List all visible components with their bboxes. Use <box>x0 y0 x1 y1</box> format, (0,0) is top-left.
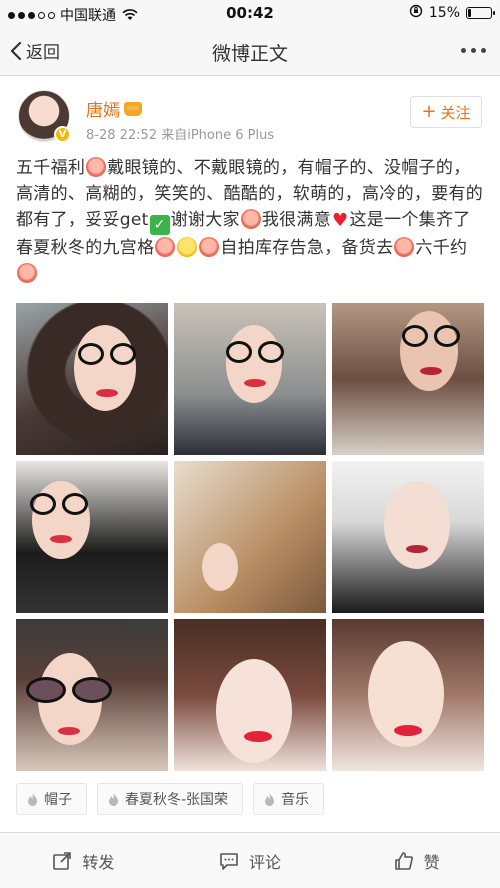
smirk-emoji-icon <box>177 237 198 257</box>
tag-label: 春夏秋冬-张国荣 <box>125 792 229 808</box>
follow-button[interactable]: + 关注 <box>410 96 482 128</box>
repost-icon <box>53 851 72 870</box>
tag-label: 帽子 <box>44 792 72 808</box>
post-text-segment: 我很满意 <box>261 210 332 230</box>
photo-6[interactable] <box>332 461 484 613</box>
rotation-lock-icon <box>409 4 423 22</box>
author-name-label: 唐嫣 <box>86 101 120 121</box>
topic-tags: 帽子 春夏秋冬-张国荣 音乐 <box>16 783 325 815</box>
pig-emoji-icon <box>394 237 415 257</box>
photo-9[interactable] <box>332 619 484 771</box>
photo-1[interactable] <box>16 303 168 455</box>
vip-icon <box>124 101 142 116</box>
photo-grid <box>16 303 484 771</box>
battery-percent: 15% <box>428 5 460 21</box>
flame-icon <box>109 792 118 806</box>
plus-icon: + <box>421 101 437 122</box>
photo-3[interactable] <box>332 303 484 455</box>
post-text-segment: 谢谢大家 <box>170 210 240 230</box>
verified-badge: V <box>54 126 71 143</box>
more-icon[interactable] <box>461 48 486 53</box>
comment-label: 评论 <box>249 852 282 872</box>
bunny-emoji-icon <box>155 237 176 257</box>
like-label: 赞 <box>423 852 440 872</box>
post-text-segment: 五千福利 <box>16 158 86 178</box>
follow-label: 关注 <box>440 103 471 122</box>
battery-icon <box>466 7 495 19</box>
tag-music[interactable]: 音乐 <box>253 783 325 815</box>
post-meta: 8-28 22:52 来自iPhone 6 Plus <box>86 128 275 143</box>
tag-label: 音乐 <box>281 792 310 808</box>
photo-5[interactable] <box>174 461 326 613</box>
like-button[interactable]: 赞 <box>333 833 500 888</box>
thumbs-up-icon <box>394 851 413 870</box>
status-right: 15% <box>409 4 495 22</box>
post-text-segment: 自拍库存告急，备货去 <box>220 238 394 258</box>
author-name[interactable]: 唐嫣 <box>86 96 142 121</box>
page-title: 微博正文 <box>211 43 288 65</box>
tag-hat[interactable]: 帽子 <box>16 783 87 815</box>
flame-icon <box>28 792 37 806</box>
author-header: V 唐嫣 8-28 22:52 来自iPhone 6 Plus + 关注 <box>0 90 500 150</box>
pig-emoji-icon <box>240 209 261 229</box>
photo-7[interactable] <box>16 619 168 771</box>
comment-icon <box>220 852 238 870</box>
repost-label: 转发 <box>82 852 115 872</box>
flame-icon <box>265 792 275 806</box>
shy-emoji-icon <box>17 263 37 283</box>
action-bar: 转发 评论 赞 <box>0 832 500 888</box>
tag-song[interactable]: 春夏秋冬-张国荣 <box>97 783 244 815</box>
status-bar: 中国联通 00:42 15% <box>0 0 500 26</box>
comment-button[interactable]: 评论 <box>167 833 334 888</box>
nav-bar: 返回 微博正文 <box>0 26 500 76</box>
kiss-emoji-icon <box>86 157 107 177</box>
post-text-segment: 六千约 <box>415 238 468 258</box>
photo-2[interactable] <box>174 303 326 455</box>
heart-emoji-icon: ♥ <box>332 210 349 231</box>
post-text: 五千福利 戴眼镜的、不戴眼镜的，有帽子的、没帽子的，高清的、高糊的，笑笑的、酷酷的… <box>16 155 486 287</box>
photo-8[interactable] <box>174 619 326 771</box>
tongue-emoji-icon <box>199 237 220 257</box>
check-emoji-icon: ✓ <box>149 215 170 235</box>
photo-4[interactable] <box>16 461 168 613</box>
repost-button[interactable]: 转发 <box>0 833 167 888</box>
